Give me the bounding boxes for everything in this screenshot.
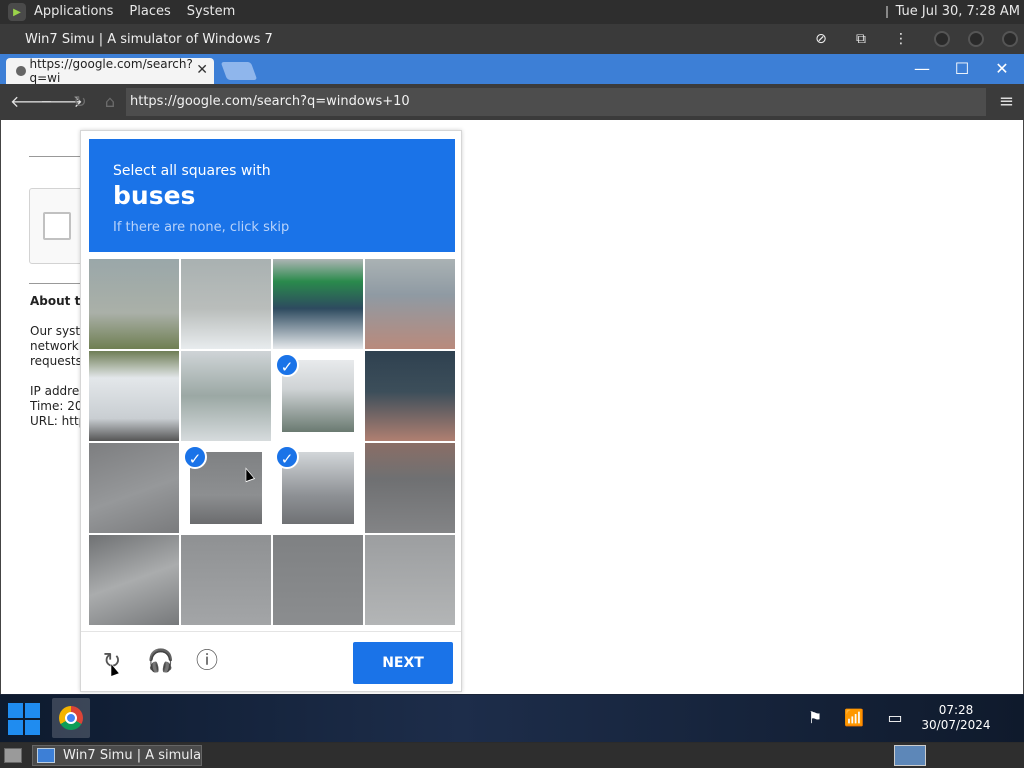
image-tile[interactable]: ✓ (181, 443, 271, 533)
taskbar-date: 30/07/2024 (921, 718, 991, 732)
hamburger-menu-icon[interactable]: ≡ (999, 92, 1014, 112)
checkmark-icon: ✓ (275, 445, 299, 469)
image-grid: ✓ ✓ ✓ (89, 259, 455, 625)
image-tile[interactable] (89, 535, 179, 625)
minimize-circle-button[interactable] (934, 31, 950, 47)
show-desktop-icon[interactable] (4, 748, 22, 763)
challenge-object: buses (113, 181, 196, 210)
image-tile[interactable] (181, 535, 271, 625)
challenge-instruction: Select all squares with (113, 163, 271, 179)
extension-icon[interactable]: ⧉ (852, 30, 870, 48)
app-window-title: Win7 Simu | A simulator of Windows 7 (25, 31, 273, 47)
taskbar-time: 07:28 (938, 703, 974, 717)
challenge-footer: ↻ 🎧 ⓘ NEXT (81, 631, 461, 691)
battery-icon[interactable]: ▭ (884, 707, 906, 729)
recaptcha-checkbox[interactable] (43, 212, 71, 240)
checkmark-icon: ✓ (183, 445, 207, 469)
workspace-switcher[interactable] (894, 745, 926, 766)
app-title-bar: Win7 Simu | A simulator of Windows 7 ⊘ ⧉… (0, 24, 1024, 54)
tile-image (273, 259, 363, 349)
browser-toolbar: 🡐 🡒 ↻ ⌂ https://google.com/search?q=wind… (0, 84, 1024, 120)
tile-image (181, 259, 271, 349)
forward-arrow-icon[interactable]: 🡒 (40, 92, 83, 112)
recaptcha-challenge: Select all squares with buses If there a… (80, 130, 462, 692)
chrome-taskbar-button[interactable] (52, 698, 90, 738)
chrome-icon (59, 706, 83, 730)
back-arrow-icon[interactable]: 🡐 (10, 92, 53, 112)
challenge-header: Select all squares with buses If there a… (89, 139, 455, 252)
home-icon[interactable]: ⌂ (100, 92, 120, 112)
tile-image (365, 535, 455, 625)
image-tile[interactable] (89, 259, 179, 349)
browser-tab[interactable]: https://google.com/search?q=wi ✕ (6, 57, 214, 85)
top-menu: ▶ Applications Places System (0, 0, 243, 24)
menu-applications[interactable]: Applications (26, 0, 121, 24)
checkmark-icon: ✓ (275, 353, 299, 377)
distro-logo-icon[interactable]: ▶ (8, 3, 26, 21)
minimize-icon[interactable]: — (911, 58, 933, 80)
wifi-icon[interactable]: 📶 (843, 707, 865, 729)
tile-image (365, 351, 455, 441)
info-icon[interactable]: ⓘ (194, 649, 220, 675)
tile-image (89, 535, 179, 625)
image-tile[interactable] (365, 535, 455, 625)
globe-icon (16, 66, 26, 76)
tile-image (181, 351, 271, 441)
new-tab-button[interactable] (220, 62, 258, 80)
close-circle-button[interactable] (1002, 31, 1018, 47)
menu-system[interactable]: System (179, 0, 243, 24)
more-vert-icon[interactable]: ⋮ (892, 30, 910, 48)
challenge-hint: If there are none, click skip (113, 220, 290, 235)
flag-icon[interactable]: ⚑ (804, 707, 826, 729)
taskbar-clock[interactable]: 07:28 30/07/2024 (918, 703, 994, 733)
maximize-icon[interactable]: ☐ (951, 58, 973, 80)
tile-image (273, 535, 363, 625)
image-tile[interactable] (181, 351, 271, 441)
app-window-icon (37, 748, 55, 763)
tab-close-icon[interactable]: ✕ (196, 62, 208, 78)
tile-image (181, 535, 271, 625)
tile-image (365, 443, 455, 533)
image-tile[interactable] (365, 443, 455, 533)
image-tile[interactable] (181, 259, 271, 349)
browser-tab-strip: https://google.com/search?q=wi ✕ — ☐ ✕ (0, 54, 1024, 85)
tile-image (89, 259, 179, 349)
maximize-circle-button[interactable] (968, 31, 984, 47)
image-tile[interactable]: ✓ (273, 443, 363, 533)
image-tile[interactable] (89, 443, 179, 533)
gnome-top-panel: ▶ Applications Places System Tue Jul 30,… (0, 0, 1024, 24)
window-list-item[interactable]: Win7 Simu | A simula... (32, 745, 202, 766)
windows-start-icon[interactable] (8, 703, 40, 735)
image-tile[interactable] (365, 259, 455, 349)
image-tile[interactable] (273, 259, 363, 349)
image-tile[interactable] (365, 351, 455, 441)
tile-image (89, 351, 179, 441)
tab-title: https://google.com/search?q=wi (29, 57, 193, 85)
image-tile[interactable] (89, 351, 179, 441)
gnome-bottom-panel: Win7 Simu | A simula... (0, 743, 1024, 768)
top-panel-clock[interactable]: Tue Jul 30, 7:28 AM (885, 0, 1020, 24)
visibility-off-icon[interactable]: ⊘ (812, 30, 830, 48)
tile-image (89, 443, 179, 533)
headphones-icon[interactable]: 🎧 (147, 649, 174, 675)
next-button[interactable]: NEXT (353, 642, 453, 684)
image-tile[interactable] (273, 535, 363, 625)
image-tile[interactable]: ✓ (273, 351, 363, 441)
menu-places[interactable]: Places (121, 0, 178, 24)
address-bar[interactable]: https://google.com/search?q=windows+10 (126, 88, 986, 116)
windows-taskbar: ⚑ 📶 ▭ 07:28 30/07/2024 (0, 694, 1024, 742)
reload-icon[interactable]: ↻ (70, 92, 90, 112)
window-list-label: Win7 Simu | A simula... (63, 748, 202, 763)
close-icon[interactable]: ✕ (991, 58, 1013, 80)
tile-image (365, 259, 455, 349)
